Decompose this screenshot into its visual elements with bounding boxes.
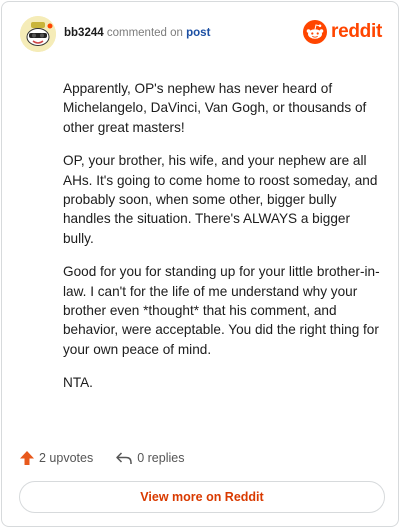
action-text: commented on (106, 27, 183, 39)
comment-footer: 2 upvotes 0 replies (19, 446, 206, 470)
comment-paragraph: NTA. (63, 375, 93, 391)
reddit-logo[interactable]: reddit (303, 20, 382, 44)
post-link[interactable]: post (186, 27, 210, 39)
upvote-button[interactable]: 2 upvotes (19, 450, 93, 466)
reply-arrow-icon (116, 452, 132, 464)
embedded-comment-card: bb3244 commented on post reddit Apparent… (1, 1, 399, 527)
avatar[interactable] (20, 16, 56, 52)
comment-paragraph: Good for you for standing up for your li… (63, 264, 380, 357)
comment-paragraph: Apparently, OP's nephew has never heard … (63, 81, 367, 135)
comment-header: bb3244 commented on post reddit (20, 16, 382, 56)
brand-wordmark: reddit (331, 21, 382, 42)
reddit-alien-icon (303, 20, 328, 44)
comment-body: Apparently, OP's nephew has never heard … (63, 79, 383, 407)
username-link[interactable]: bb3244 (64, 27, 104, 39)
snoo-avatar-icon (20, 16, 56, 52)
comment-meta: bb3244 commented on post (64, 27, 210, 39)
upvote-arrow-icon (20, 451, 34, 465)
reply-count: 0 replies (137, 451, 185, 465)
comment-paragraph: OP, your brother, his wife, and your nep… (63, 153, 378, 246)
upvote-count: 2 upvotes (39, 451, 94, 465)
view-more-button[interactable]: View more on Reddit (19, 481, 385, 513)
reply-button[interactable]: 0 replies (115, 450, 184, 466)
